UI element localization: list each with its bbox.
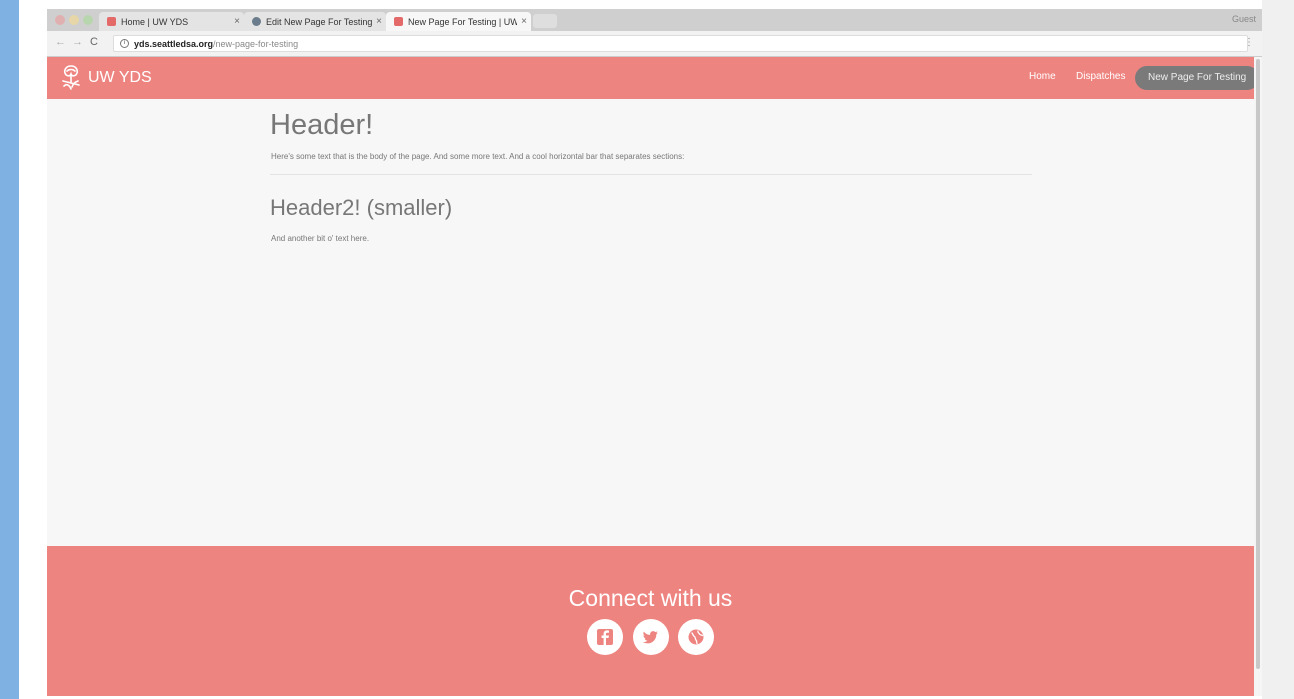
site-favicon-icon	[107, 17, 116, 26]
desktop-edge-right	[1262, 0, 1294, 699]
site-footer: Connect with us	[47, 546, 1254, 696]
back-arrow-icon[interactable]: ←	[55, 36, 66, 48]
section-heading: Header2! (smaller)	[270, 195, 453, 220]
browser-toolbar: ← → C i yds.seattledsa.org /new-page-for…	[47, 31, 1262, 57]
rose-logo-icon	[62, 65, 80, 90]
brand-name: UW YDS	[88, 69, 152, 86]
forward-arrow-icon[interactable]: →	[72, 36, 83, 48]
screen: Home | UW YDS × Edit New Page For Testin…	[0, 0, 1294, 699]
info-icon[interactable]: i	[120, 39, 129, 48]
section-divider	[270, 174, 1032, 175]
section-text: And another bit o' text here.	[271, 234, 370, 243]
close-tab-icon[interactable]: ×	[372, 16, 386, 27]
scrollbar-thumb[interactable]	[1256, 59, 1260, 669]
twitter-glyph-icon	[642, 631, 658, 644]
close-tab-icon[interactable]: ×	[230, 16, 244, 27]
facebook-icon[interactable]	[587, 619, 623, 655]
new-tab-button[interactable]	[533, 14, 557, 28]
url-path: /new-page-for-testing	[213, 38, 299, 49]
browser-menu-icon[interactable]: ⋮	[1244, 37, 1254, 48]
address-bar[interactable]: i yds.seattledsa.org /new-page-for-testi…	[113, 35, 1248, 52]
globe-glyph-icon	[688, 629, 704, 645]
tab-title: Edit New Page For Testing | UW	[266, 16, 372, 27]
tab-strip: Home | UW YDS × Edit New Page For Testin…	[47, 9, 1262, 31]
close-tab-icon[interactable]: ×	[517, 16, 531, 27]
tab-edit-page[interactable]: Edit New Page For Testing | UW ×	[244, 12, 386, 31]
nav-new-page-link[interactable]: New Page For Testing	[1135, 66, 1260, 90]
browser-chrome: Home | UW YDS × Edit New Page For Testin…	[47, 9, 1262, 57]
reload-icon[interactable]: C	[90, 36, 98, 48]
close-window-button[interactable]	[55, 15, 65, 25]
wordpress-favicon-icon	[252, 17, 261, 26]
site-favicon-icon	[394, 17, 403, 26]
connect-heading: Connect with us	[568, 585, 733, 611]
page-scrollbar[interactable]	[1254, 57, 1262, 696]
zoom-window-button[interactable]	[83, 15, 93, 25]
globe-icon[interactable]	[678, 619, 714, 655]
desktop-edge	[0, 0, 19, 699]
site-header: UW YDS Home Dispatches New Page For Test…	[47, 57, 1260, 99]
body-text: Here's some text that is the body of the…	[271, 152, 685, 161]
profile-label[interactable]: Guest	[1232, 14, 1256, 24]
brand-link[interactable]: UW YDS	[58, 62, 152, 94]
page-heading: Header!	[270, 109, 374, 141]
twitter-icon[interactable]	[633, 619, 669, 655]
nav-dispatches-link[interactable]: Dispatches	[1076, 71, 1125, 82]
tab-home[interactable]: Home | UW YDS ×	[99, 12, 244, 31]
tab-title: Home | UW YDS	[121, 16, 189, 27]
page-content: Header! Here's some text that is the bod…	[47, 99, 1254, 546]
url-host: yds.seattledsa.org	[134, 38, 214, 49]
nav-home-link[interactable]: Home	[1029, 71, 1056, 82]
minimize-window-button[interactable]	[69, 15, 79, 25]
tab-new-page[interactable]: New Page For Testing | UW YDS ×	[386, 12, 531, 31]
tab-title: New Page For Testing | UW YDS	[408, 16, 517, 27]
facebook-glyph-icon	[597, 629, 613, 645]
